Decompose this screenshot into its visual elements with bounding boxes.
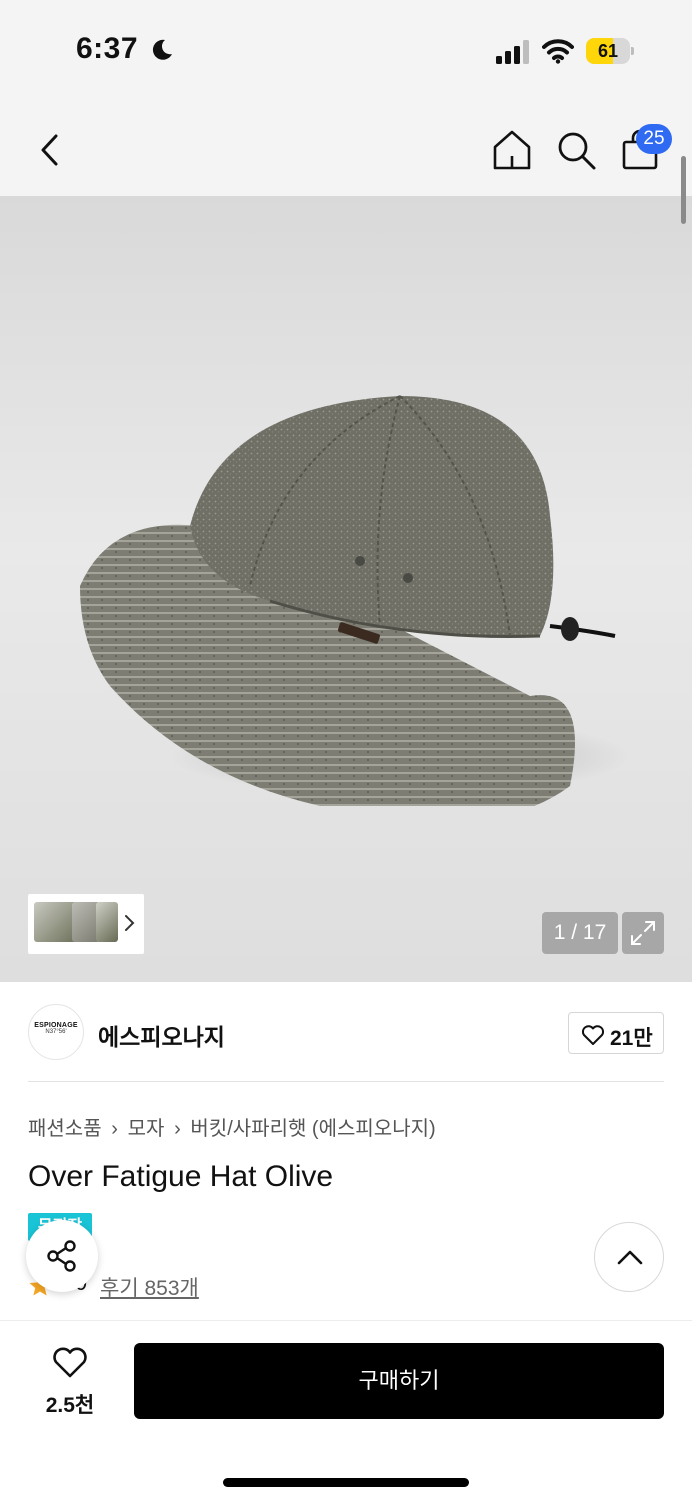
status-time: 6:37 <box>76 32 139 65</box>
back-arrow-icon[interactable] <box>30 128 70 172</box>
cellular-signal-icon <box>496 40 529 64</box>
battery-percent: 61 <box>597 41 619 61</box>
share-icon <box>47 1240 76 1272</box>
chevron-up-icon <box>617 1250 643 1265</box>
bottom-action-bar: 2.5천 구매하기 <box>0 1320 692 1500</box>
heart-outline-icon <box>53 1347 87 1378</box>
brand-row[interactable]: ESPIONAGE N37°56' 에스피오나지 21만 <box>0 982 692 1082</box>
chevron-right-icon[interactable] <box>122 910 138 936</box>
image-counter: 1 / 17 <box>542 912 618 954</box>
battery-indicator: 61 <box>586 38 634 64</box>
scroll-indicator <box>681 156 686 224</box>
breadcrumb-item[interactable]: 모자 <box>128 1118 165 1140</box>
product-image-hat <box>80 395 630 806</box>
scroll-to-top-button[interactable] <box>594 1222 664 1292</box>
share-button[interactable] <box>26 1220 98 1292</box>
chevron-right-icon: › <box>111 1118 118 1140</box>
breadcrumb: 패션소품 › 모자 › 버킷/사파리햇 (에스피오나지) <box>28 1112 436 1141</box>
thumbnail-image[interactable] <box>96 902 118 942</box>
product-image-gallery[interactable]: 1 / 17 <box>0 196 692 982</box>
wifi-icon <box>542 39 574 64</box>
product-title: Over Fatigue Hat Olive <box>28 1160 334 1193</box>
home-indicator <box>223 1478 469 1487</box>
product-like-button[interactable]: 2.5천 <box>28 1345 112 1425</box>
buy-button[interactable]: 구매하기 <box>134 1343 664 1419</box>
thumbnail-strip[interactable] <box>28 894 144 954</box>
moon-icon <box>152 39 172 60</box>
brand-like-button[interactable]: 21만 <box>568 1012 664 1054</box>
brand-like-count: 21만 <box>610 1027 653 1050</box>
expand-image-button[interactable] <box>622 912 664 954</box>
breadcrumb-item[interactable]: 버킷/사파리햇 (에스피오나지) <box>190 1118 435 1140</box>
top-nav <box>0 100 692 196</box>
brand-name[interactable]: 에스피오나지 <box>98 1018 225 1052</box>
status-bar: 6:37 61 <box>0 0 692 100</box>
breadcrumb-item[interactable]: 패션소품 <box>28 1118 102 1140</box>
cart-count-badge: 25 <box>636 124 672 154</box>
review-count-link[interactable]: 후기 853개 <box>100 1272 199 1302</box>
expand-icon <box>631 921 655 945</box>
search-icon[interactable] <box>554 128 598 172</box>
heart-outline-icon <box>581 1025 605 1045</box>
chevron-right-icon: › <box>174 1118 181 1140</box>
home-icon[interactable] <box>490 128 534 172</box>
divider <box>28 1081 664 1082</box>
product-like-count: 2.5천 <box>45 1394 95 1417</box>
brand-logo[interactable]: ESPIONAGE N37°56' <box>28 1004 84 1060</box>
